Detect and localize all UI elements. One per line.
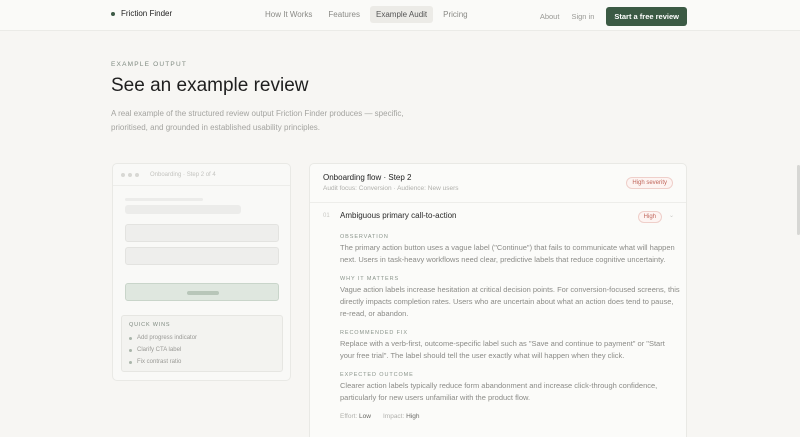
observation-text: The primary action button uses a vague l…: [340, 243, 675, 264]
section-eyebrow: EXAMPLE OUTPUT: [111, 61, 188, 68]
quick-win-item: Add progress indicator: [129, 332, 275, 344]
screen-mockup: Onboarding · Step 2 of 4 QUICK WINS Add …: [112, 163, 291, 381]
recommended-fix-label: RECOMMENDED FIX: [340, 330, 408, 336]
why-it-matters-label: WHY IT MATTERS: [340, 276, 400, 282]
skeleton-input-field: [125, 224, 279, 242]
page-title: See an example review: [111, 75, 309, 96]
page-subtitle: A real example of the structured review …: [111, 109, 404, 132]
impact-label: Impact:: [382, 413, 405, 420]
account-nav: About Sign in Start a free review: [540, 7, 687, 26]
mockup-titlebar: Onboarding · Step 2 of 4: [113, 164, 290, 186]
impact-value: High: [406, 413, 420, 420]
quick-win-label: Clarify CTA label: [137, 347, 182, 353]
quick-wins-panel: QUICK WINS Add progress indicator Clarif…: [121, 315, 283, 372]
bullet-icon: [129, 360, 132, 364]
bullet-icon: [129, 348, 132, 352]
review-card: Onboarding flow · Step 2 Audit focus: Co…: [309, 163, 687, 437]
window-dot-icon: [128, 172, 132, 177]
mockup-step-label: Onboarding · Step 2 of 4: [150, 171, 216, 178]
issue-severity-badge: High: [637, 211, 662, 223]
expected-outcome-text: Clearer action labels typically reduce f…: [340, 381, 658, 402]
review-meta: Audit focus: Conversion · Audience: New …: [323, 185, 459, 192]
signin-link[interactable]: Sign in: [571, 12, 594, 21]
chevron-down-icon[interactable]: ⌄: [669, 212, 674, 219]
effort-value: Low: [359, 413, 371, 420]
nav-features[interactable]: Features: [322, 6, 366, 23]
brand-logo[interactable]: Friction Finder: [111, 9, 172, 18]
brand-name: Friction Finder: [121, 9, 173, 18]
quick-win-item: Fix contrast ratio: [129, 356, 275, 368]
window-dot-icon: [121, 172, 125, 177]
effort-impact-row: Effort: Low Impact: High: [340, 413, 419, 420]
brand-dot-icon: [111, 11, 115, 16]
skeleton-primary-button: [125, 283, 279, 301]
about-link[interactable]: About: [540, 12, 560, 21]
recommended-fix-text: Replace with a verb-first, outcome-speci…: [340, 339, 665, 360]
review-title: Onboarding flow · Step 2: [323, 173, 412, 182]
observation-label: OBSERVATION: [340, 234, 389, 240]
nav-example-audit[interactable]: Example Audit: [370, 6, 434, 23]
skeleton-heading: [125, 205, 241, 214]
nav-how-it-works[interactable]: How It Works: [259, 6, 318, 23]
top-navigation-bar: Friction Finder How It Works Features Ex…: [0, 0, 800, 31]
effort-label: Effort:: [340, 413, 358, 420]
why-it-matters-text: Vague action labels increase hesitation …: [340, 285, 680, 318]
quick-win-label: Fix contrast ratio: [137, 359, 182, 365]
quick-win-label: Add progress indicator: [137, 335, 198, 341]
issue-title: Ambiguous primary call-to-action: [340, 211, 457, 220]
bullet-icon: [129, 336, 132, 340]
nav-pricing[interactable]: Pricing: [437, 6, 473, 23]
window-dot-icon: [135, 172, 139, 177]
skeleton-button-label: [187, 291, 219, 295]
review-card-header: Onboarding flow · Step 2 Audit focus: Co…: [310, 164, 686, 203]
quick-win-item: Clarify CTA label: [129, 344, 275, 356]
impact-rating: Impact: High: [383, 413, 420, 420]
main-nav: How It Works Features Example Audit Pric…: [259, 6, 474, 23]
issue-number: 01: [323, 213, 330, 219]
quick-wins-title: QUICK WINS: [129, 322, 171, 328]
severity-badge: High severity: [626, 177, 673, 189]
expected-outcome-label: EXPECTED OUTCOME: [340, 372, 414, 378]
skeleton-line: [125, 198, 203, 201]
start-free-review-button[interactable]: Start a free review: [606, 7, 687, 26]
effort-rating: Effort: Low: [340, 413, 371, 420]
skeleton-input-field: [125, 247, 279, 265]
